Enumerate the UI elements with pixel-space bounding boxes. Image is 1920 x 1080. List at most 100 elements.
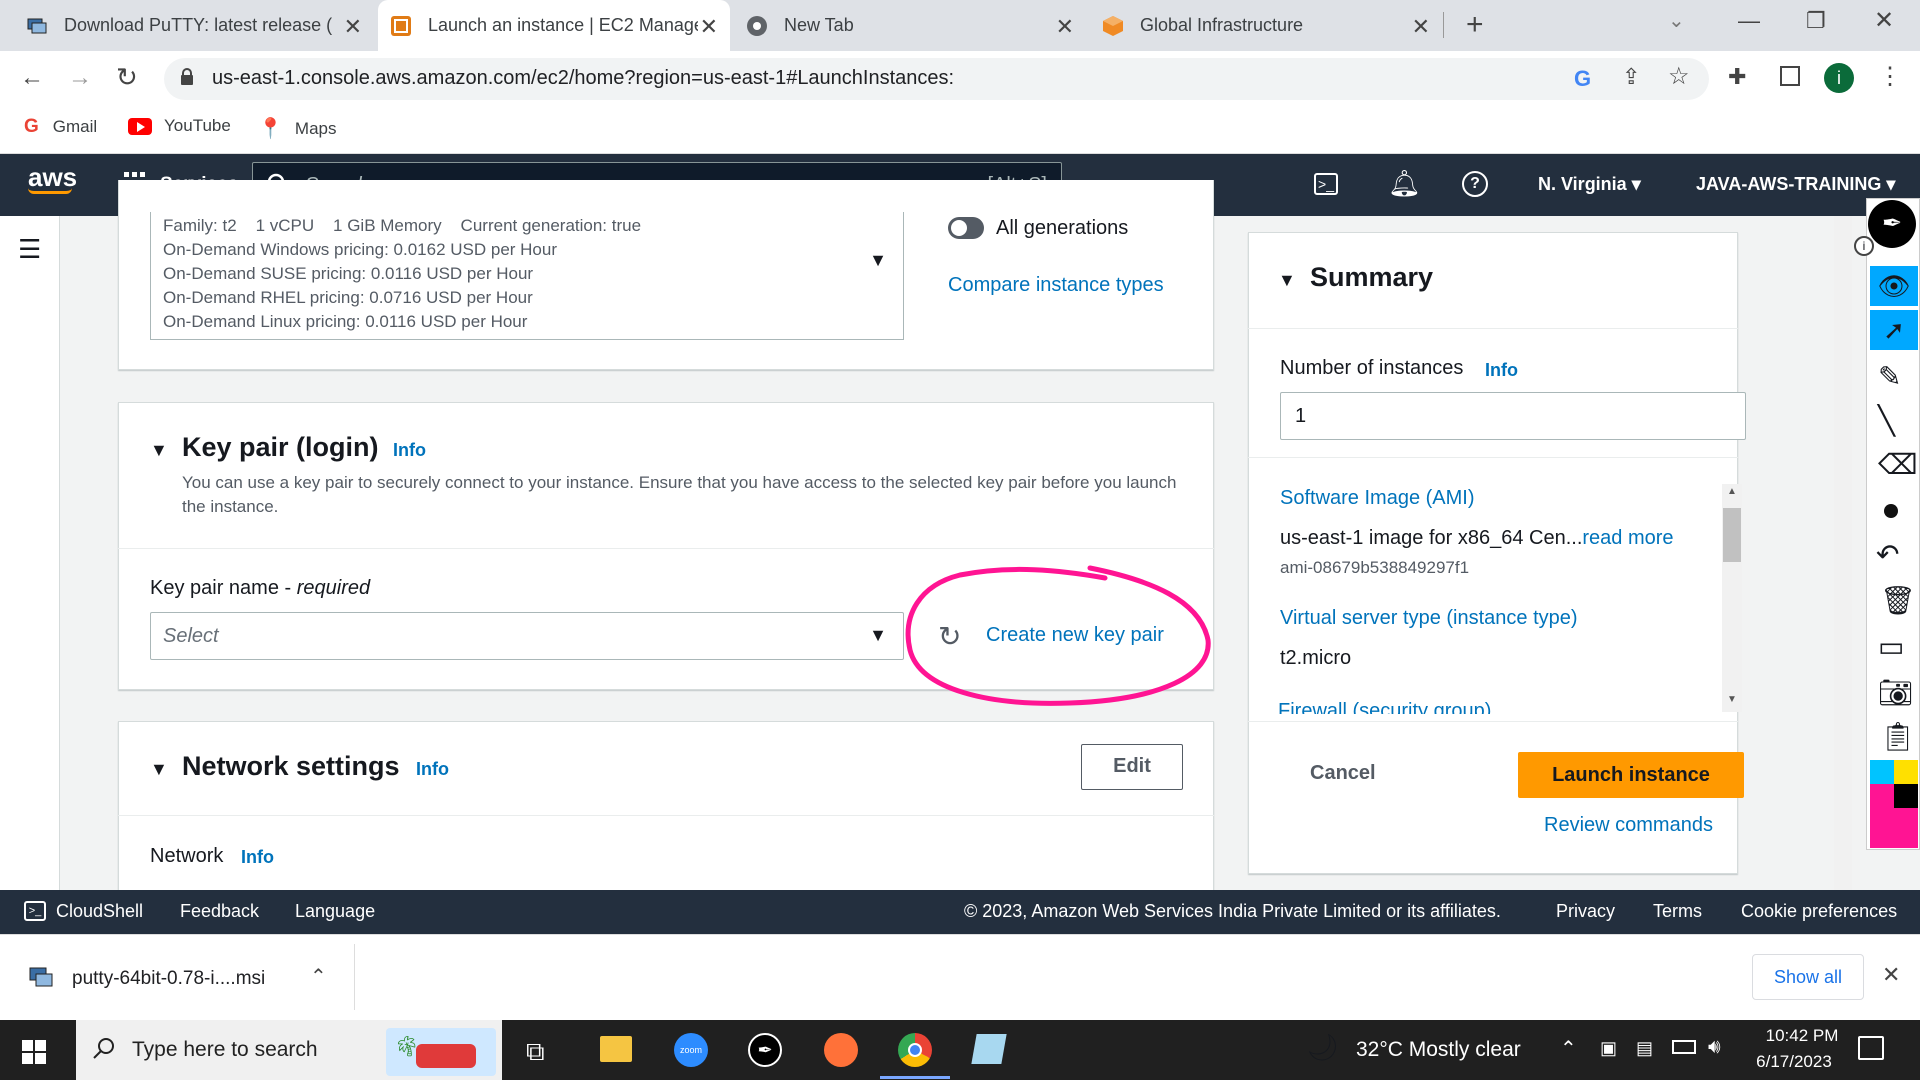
clock-time[interactable]: 10:42 PM [1752,1026,1852,1046]
close-icon[interactable]: ✕ [1412,14,1430,40]
notification-icon[interactable] [1858,1036,1884,1060]
camera-icon[interactable]: 📷︎ [1878,676,1914,709]
all-generations-toggle[interactable] [948,217,984,239]
notepad-icon[interactable] [971,1034,1007,1064]
color-cyan[interactable] [1870,760,1894,784]
chevron-up-tray-icon[interactable]: ⌃ [1560,1036,1577,1061]
color-black[interactable] [1894,784,1918,808]
number-of-instances-input[interactable]: 1 [1280,392,1746,440]
pen-logo-icon[interactable]: ✒ [1868,200,1916,248]
bookmark-maps[interactable]: 📍 Maps [258,116,336,141]
help-icon[interactable]: ? [1462,171,1488,197]
collapse-caret-icon[interactable]: ▼ [1278,270,1296,291]
volume-icon[interactable]: 🔊︎ [1708,1036,1721,1059]
undo-icon[interactable]: ↶ [1876,538,1899,571]
profile-avatar[interactable]: i [1824,63,1854,93]
feedback-link[interactable]: Feedback [180,901,259,922]
star-icon[interactable]: ☆ [1668,62,1690,91]
cloudshell-icon[interactable]: >_ [1314,173,1338,195]
brush-size-icon[interactable] [1884,504,1898,518]
hamburger-icon[interactable]: ☰ [18,234,41,265]
cookie-preferences-link[interactable]: Cookie preferences [1741,901,1897,922]
cancel-button[interactable]: Cancel [1310,762,1376,785]
task-view-icon[interactable]: ⧉ [526,1036,545,1068]
info-icon[interactable]: i [1854,236,1874,256]
minimize-icon[interactable]: — [1738,8,1760,34]
new-tab-icon[interactable]: + [1466,8,1484,42]
weather-text[interactable]: 32°C Mostly clear [1356,1038,1521,1062]
network-info-link[interactable]: Info [416,759,449,780]
review-commands-link[interactable]: Review commands [1544,814,1713,837]
taskbar-search-box[interactable]: Type here to search 🌴︎ [76,1020,502,1080]
zoom-icon[interactable]: zoom [674,1033,708,1067]
bell-icon[interactable]: 🔔︎ [1388,168,1421,199]
network-icon[interactable]: ▤ [1636,1038,1653,1059]
tab-launch-instance[interactable]: Launch an instance | EC2 Manage ✕ [378,0,730,51]
pointer-icon[interactable]: ➚ [1870,310,1918,350]
side-panel-icon[interactable] [1780,66,1800,86]
forward-icon[interactable]: → [68,64,92,92]
bookmark-gmail[interactable]: G Gmail [24,116,97,138]
close-icon[interactable]: ✕ [344,14,362,40]
collapse-caret-icon[interactable]: ▼ [150,440,168,461]
terms-link[interactable]: Terms [1653,901,1702,922]
lock-icon[interactable] [180,68,194,91]
page-scrollbar[interactable] [1834,216,1852,890]
privacy-link[interactable]: Privacy [1556,901,1615,922]
key-pair-info-link[interactable]: Info [393,440,426,461]
tab-search-icon[interactable]: ⌄ [1668,8,1685,33]
url-text[interactable]: us-east-1.console.aws.amazon.com/ec2/hom… [212,67,954,90]
show-all-button[interactable]: Show all [1752,954,1864,1000]
close-icon[interactable]: ✕ [700,14,718,40]
back-icon[interactable]: ← [20,64,44,92]
tab-new-tab[interactable]: New Tab ✕ [734,0,1086,51]
compare-instance-types-link[interactable]: Compare instance types [948,274,1164,297]
language-link[interactable]: Language [295,901,375,922]
line-icon[interactable]: ╲ [1878,404,1895,437]
whiteboard-icon[interactable]: ▭ [1878,630,1904,663]
pen-icon[interactable]: ✎ [1878,360,1901,393]
restore-icon[interactable]: ❐ [1806,8,1826,34]
close-icon[interactable]: ✕ [1056,14,1074,40]
pen-app-icon[interactable]: ✒ [748,1033,782,1067]
clipboard-icon[interactable]: 📋︎ [1880,720,1916,753]
firefox-icon[interactable] [824,1033,858,1067]
bookmark-youtube[interactable]: YouTube [128,116,231,136]
color-magenta[interactable] [1870,784,1894,808]
extensions-icon[interactable]: ✚ [1728,64,1746,90]
account-menu[interactable]: JAVA-AWS-TRAINING ▾ [1696,174,1895,195]
collapse-caret-icon[interactable]: ▼ [150,759,168,780]
cloudshell-footer-icon[interactable]: >_ [24,901,46,921]
windows-start-icon[interactable] [22,1040,46,1069]
share-icon[interactable]: ⇪ [1622,64,1640,90]
tab-putty[interactable]: Download PuTTY: latest release ( ✕ [14,0,374,51]
read-more-link[interactable]: read more [1582,527,1673,549]
google-lens-icon[interactable]: G [1574,66,1591,92]
tab-global-infrastructure[interactable]: Global Infrastructure ✕ [1090,0,1442,51]
summary-scrollbar[interactable]: ▲ ▼ [1722,484,1742,712]
edit-button[interactable]: Edit [1081,744,1183,790]
region-selector[interactable]: N. Virginia ▾ [1538,174,1641,195]
download-filename[interactable]: putty-64bit-0.78-i....msi [72,968,265,990]
trash-icon[interactable]: 🗑︎ [1880,584,1916,617]
cloudshell-link[interactable]: CloudShell [56,901,143,922]
instance-type-select[interactable]: Family: t2 1 vCPU 1 GiB Memory Current g… [150,212,904,340]
eye-icon[interactable]: 👁︎ [1870,266,1918,306]
battery-icon[interactable] [1672,1040,1696,1054]
current-color[interactable] [1870,808,1918,848]
chrome-taskbar-icon[interactable] [898,1033,932,1067]
color-yellow[interactable] [1894,760,1918,784]
close-window-icon[interactable]: ✕ [1874,6,1894,35]
virtual-server-type-link[interactable]: Virtual server type (instance type) [1280,607,1578,630]
firewall-link[interactable]: Firewall (security group) [1278,700,1730,714]
file-explorer-icon[interactable] [600,1036,632,1062]
clock-date[interactable]: 6/17/2023 [1744,1052,1844,1072]
software-image-link[interactable]: Software Image (AMI) [1280,487,1475,510]
reload-icon[interactable]: ↻ [116,62,138,93]
network-field-info-link[interactable]: Info [241,847,274,868]
instances-info-link[interactable]: Info [1485,360,1518,381]
close-download-bar-icon[interactable]: ✕ [1882,962,1900,988]
launch-instance-button[interactable]: Launch instance [1518,752,1744,798]
chevron-up-icon[interactable]: ⌃ [310,964,327,989]
device-icon[interactable]: ▣ [1600,1038,1617,1059]
